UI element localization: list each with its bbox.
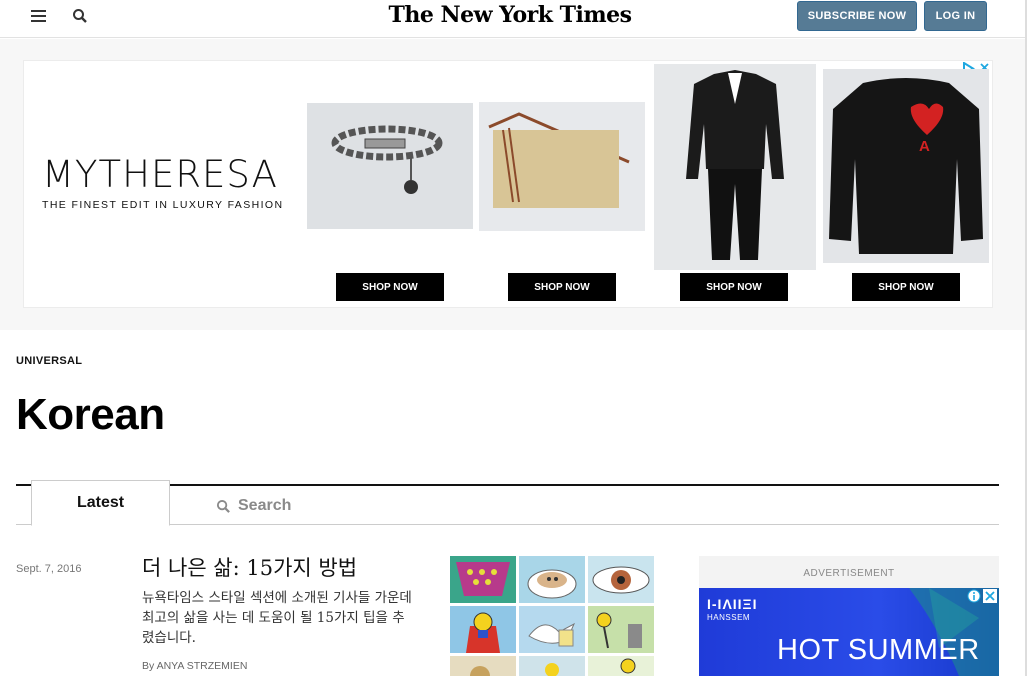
ad-brand-name: MYTHERESA bbox=[42, 153, 278, 196]
svg-text:A: A bbox=[919, 138, 930, 155]
shop-now-button-4[interactable]: SHOP NOW bbox=[852, 273, 960, 301]
thumb-cell bbox=[588, 606, 654, 653]
product-image-sweater[interactable]: A bbox=[823, 69, 989, 263]
product-image-suit[interactable] bbox=[654, 64, 816, 270]
product-image-bag[interactable] bbox=[479, 102, 645, 231]
article-thumbnail[interactable] bbox=[450, 556, 656, 676]
subscribe-button[interactable]: SUBSCRIBE NOW bbox=[797, 1, 917, 31]
article-summary: 뉴욕타임스 스타일 섹션에 소개된 기사들 가운데 최고의 삶을 사는 데 도움… bbox=[142, 590, 412, 646]
top-bar: The New York Times SUBSCRIBE NOW LOG IN bbox=[0, 0, 1027, 38]
shop-now-button-1[interactable]: SHOP NOW bbox=[336, 273, 444, 301]
login-button[interactable]: LOG IN bbox=[924, 1, 987, 31]
thumb-cell bbox=[588, 656, 654, 676]
article-byline: By ANYA STRZEMIEN bbox=[142, 660, 248, 672]
thumb-cell bbox=[450, 606, 516, 653]
tab-latest[interactable]: Latest bbox=[31, 480, 170, 526]
shop-now-button-2[interactable]: SHOP NOW bbox=[508, 273, 616, 301]
search-icon bbox=[216, 499, 230, 513]
ad-brand: MYTHERESA THE FINEST EDIT IN LUXURY FASH… bbox=[42, 156, 292, 211]
side-advertisement: ADVERTISEMENT I-IΛIIΞI HANSSEM HOT SUMME… bbox=[699, 556, 999, 676]
ad-banner-area: MYTHERESA THE FINEST EDIT IN LUXURY FASH… bbox=[0, 39, 1027, 330]
search-icon[interactable] bbox=[72, 8, 88, 24]
thumb-cell bbox=[519, 606, 585, 653]
shop-now-button-3[interactable]: SHOP NOW bbox=[680, 273, 788, 301]
site-logo[interactable]: The New York Times bbox=[360, 2, 660, 28]
ad-banner[interactable]: MYTHERESA THE FINEST EDIT IN LUXURY FASH… bbox=[23, 60, 993, 308]
side-ad-logo: I-IΛIIΞI bbox=[707, 596, 758, 612]
product-image-bracelet[interactable] bbox=[307, 103, 473, 229]
thumb-cell bbox=[588, 556, 654, 603]
tab-search[interactable]: Search bbox=[216, 497, 291, 515]
thumb-cell bbox=[450, 656, 516, 676]
article-date: Sept. 7, 2016 bbox=[16, 563, 82, 575]
menu-icon[interactable] bbox=[31, 10, 46, 22]
thumb-cell bbox=[519, 556, 585, 603]
ad-brand-tagline: THE FINEST EDIT IN LUXURY FASHION bbox=[42, 199, 284, 211]
side-ad-brand: HANSSEM bbox=[707, 613, 751, 622]
side-ad-choices[interactable] bbox=[967, 589, 997, 603]
close-icon[interactable] bbox=[983, 589, 997, 603]
page-title: Korean bbox=[16, 390, 165, 439]
side-ad-banner[interactable]: I-IΛIIΞI HANSSEM HOT SUMMER bbox=[699, 588, 999, 676]
tab-search-label: Search bbox=[238, 497, 292, 514]
section-kicker[interactable]: UNIVERSAL bbox=[16, 355, 82, 367]
side-ad-headline: HOT SUMMER bbox=[777, 634, 980, 666]
info-icon[interactable] bbox=[967, 589, 981, 603]
article-headline[interactable]: 더 나은 삶: 15가지 방법 bbox=[142, 552, 357, 582]
thumb-cell bbox=[450, 556, 516, 603]
thumb-cell bbox=[519, 656, 585, 676]
advertisement-label: ADVERTISEMENT bbox=[803, 568, 895, 579]
